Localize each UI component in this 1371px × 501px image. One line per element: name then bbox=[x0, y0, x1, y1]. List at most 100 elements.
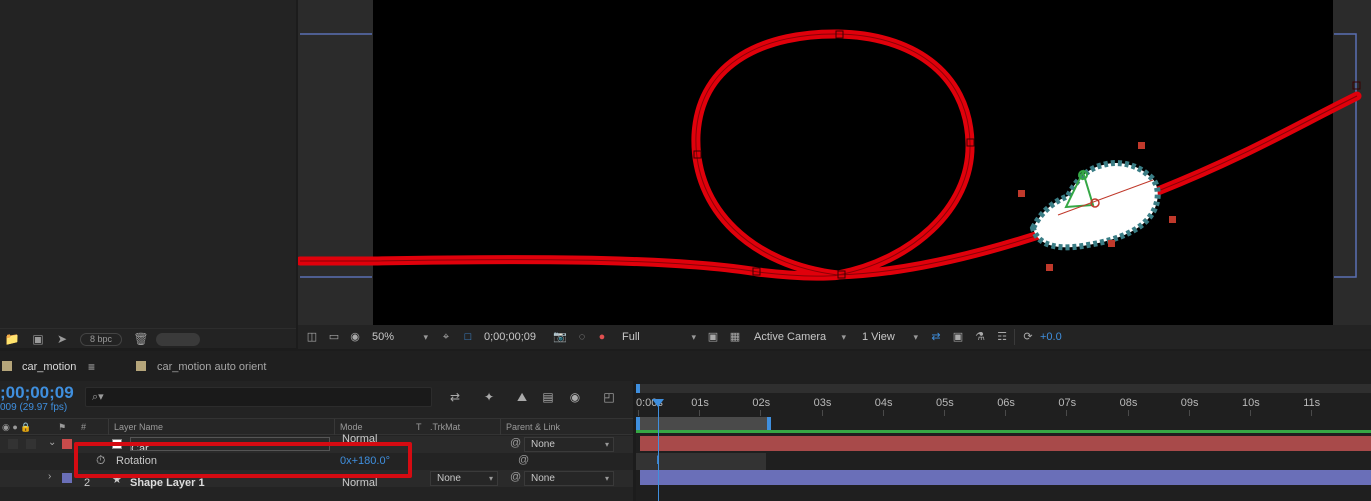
chevron-right-icon[interactable]: › bbox=[48, 471, 51, 482]
camera-dropdown[interactable]: Active Camera ▾ bbox=[750, 328, 850, 346]
trkmat-dropdown[interactable]: None ▾ bbox=[430, 471, 498, 486]
ruler-label: 10s bbox=[1242, 397, 1260, 409]
layer-bar-car[interactable] bbox=[640, 436, 1371, 451]
frame-blending-icon[interactable]: ▤ bbox=[539, 389, 557, 405]
viewer-toolbar: ◫ ▭ ◉ 50% ▾ ⌖ □ 0;00;00;09 📷 ◌ ● Full ▾ … bbox=[298, 325, 1371, 349]
bit-depth-button[interactable]: 8 bpc bbox=[80, 333, 122, 346]
toolbar-divider bbox=[1014, 329, 1015, 345]
monitor-icon[interactable]: ▭ bbox=[326, 330, 342, 344]
composition-viewer[interactable] bbox=[298, 0, 1371, 325]
channel-icon[interactable]: ◌ bbox=[574, 330, 590, 344]
playhead-icon[interactable] bbox=[652, 399, 664, 407]
pick-whip-icon[interactable]: @ bbox=[510, 471, 521, 483]
right-frame-guides bbox=[1334, 33, 1357, 278]
column-hash: # bbox=[81, 422, 87, 432]
fast-preview-icon[interactable]: ▣ bbox=[950, 330, 966, 344]
time-ruler[interactable]: 0:00s 01s 02s 03s 04s 05s 06s 07s 08s 09s 10s 11s bbox=[636, 381, 1371, 417]
mask-icon[interactable]: ◉ bbox=[346, 330, 364, 344]
layer-name[interactable]: Shape Layer 1 bbox=[130, 476, 205, 491]
shy-layers-icon[interactable]: ⛰ bbox=[513, 389, 531, 405]
column-divider bbox=[500, 419, 501, 435]
camera-icon[interactable]: 📷 bbox=[552, 330, 568, 344]
ruler-label: 11s bbox=[1303, 397, 1321, 409]
grid-icon[interactable]: ⌖ bbox=[438, 330, 454, 344]
parent-dropdown[interactable]: None ▾ bbox=[524, 471, 614, 486]
composition-flowchart-icon[interactable]: ⇄ bbox=[446, 389, 464, 405]
ruler-label: 05s bbox=[936, 397, 954, 409]
color-channels-icon[interactable]: ● bbox=[594, 330, 610, 344]
navigator-start-handle[interactable] bbox=[636, 417, 640, 430]
column-divider bbox=[334, 419, 335, 435]
graph-editor-icon[interactable]: ◰ bbox=[600, 389, 618, 405]
timeline-layer-panel: ;00;00;09 009 (29.97 fps) ⌕▾ ⇄ ✦ ⛰ ▤ ◉ ◰… bbox=[0, 381, 633, 501]
render-status-bar bbox=[636, 430, 1371, 433]
snapshot-view-icon[interactable]: ◫ bbox=[304, 330, 320, 344]
column-layer-name[interactable]: Layer Name bbox=[114, 421, 163, 433]
ruler-tick bbox=[944, 410, 945, 416]
ruler-tick bbox=[1188, 410, 1190, 416]
zoom-dropdown[interactable]: 50% ▾ bbox=[368, 328, 432, 346]
visibility-toggle[interactable] bbox=[8, 439, 18, 449]
tab-car-motion-auto-orient[interactable]: car_motion auto orient bbox=[157, 359, 266, 375]
ruler-label: 02s bbox=[752, 397, 771, 409]
chevron-down-icon: ▾ bbox=[913, 332, 918, 342]
viewer-timecode[interactable]: 0;00;00;09 bbox=[484, 328, 536, 346]
timeline-icon[interactable]: ⚗ bbox=[972, 330, 988, 344]
motion-blur-icon[interactable]: ◉ bbox=[566, 389, 584, 405]
layer-label-color[interactable] bbox=[62, 439, 72, 449]
ruler-tick bbox=[1005, 410, 1007, 416]
resolution-value: Full bbox=[622, 331, 640, 343]
layer-mode[interactable]: Normal bbox=[342, 476, 377, 491]
timeline-timecode[interactable]: ;00;00;09 bbox=[0, 383, 74, 403]
ruler-tick bbox=[1250, 410, 1251, 416]
new-composition-icon[interactable]: ▣ bbox=[30, 332, 46, 346]
current-time-indicator[interactable] bbox=[658, 399, 659, 501]
column-parent-link[interactable]: Parent & Link bbox=[506, 421, 560, 433]
ruler-tick bbox=[1311, 410, 1313, 416]
parent-dropdown[interactable]: None ▾ bbox=[524, 437, 614, 452]
timeline-graph[interactable]: 0:00s01s02s03s04s05s06s07s08s09s10s11s I bbox=[636, 381, 1371, 501]
chevron-down-icon: ▾ bbox=[841, 332, 846, 342]
trash-icon[interactable]: 🗑 bbox=[133, 332, 149, 346]
tab-menu-icon[interactable]: ≡ bbox=[88, 359, 95, 375]
ruler-label: 03s bbox=[813, 397, 832, 409]
pick-whip-icon[interactable]: @ bbox=[510, 437, 521, 449]
project-scrollbar[interactable] bbox=[156, 333, 200, 346]
solo-toggle[interactable] bbox=[26, 439, 36, 449]
chevron-down-icon: ▾ bbox=[423, 332, 428, 342]
resolution-dropdown[interactable]: Full ▾ bbox=[618, 328, 700, 346]
reset-exposure-icon[interactable]: ⟳ bbox=[1020, 330, 1036, 344]
chevron-down-icon: ▾ bbox=[488, 474, 493, 483]
frame-rate-label: 009 (29.97 fps) bbox=[0, 402, 68, 413]
region-of-interest-icon[interactable]: ▣ bbox=[706, 330, 720, 344]
exposure-value[interactable]: +0.0 bbox=[1040, 328, 1062, 346]
ruler-tick bbox=[638, 410, 639, 416]
views-dropdown[interactable]: 1 View ▾ bbox=[858, 328, 922, 346]
rocket-icon[interactable]: ➤ bbox=[54, 332, 70, 346]
navigator-end-handle[interactable] bbox=[767, 417, 771, 430]
tab-car-motion[interactable]: car_motion bbox=[22, 359, 76, 375]
left-frame-guides bbox=[300, 33, 372, 278]
mask-path-icon[interactable]: □ bbox=[460, 330, 476, 344]
layer-bar-shape-layer[interactable] bbox=[640, 470, 1371, 485]
folder-icon[interactable]: 📁 bbox=[4, 332, 20, 346]
project-panel-footer: 📁 ▣ ➤ 8 bpc 🗑 bbox=[0, 328, 296, 348]
ruler-tick bbox=[1127, 410, 1129, 416]
layer-search-input[interactable]: ⌕▾ bbox=[85, 387, 432, 407]
ruler-tick bbox=[1066, 410, 1068, 416]
pick-whip-icon[interactable]: @ bbox=[518, 454, 529, 466]
toggle-pixel-aspect-icon[interactable]: ⇄ bbox=[928, 330, 944, 344]
chevron-down-icon[interactable]: ⌄ bbox=[48, 437, 56, 448]
project-panel bbox=[0, 0, 296, 348]
draft-3d-icon[interactable]: ✦ bbox=[480, 389, 498, 405]
layer-label-color[interactable] bbox=[62, 473, 72, 483]
ruler-label: 01s bbox=[691, 397, 709, 409]
column-trkmat[interactable]: .TrkMat bbox=[430, 421, 460, 433]
label-tag-icon[interactable]: ⚑ bbox=[58, 421, 66, 433]
flowchart-icon[interactable]: ☶ bbox=[994, 330, 1010, 344]
ruler-label: 07s bbox=[1058, 397, 1077, 409]
time-navigator-fill[interactable] bbox=[636, 417, 770, 430]
transparency-grid-icon[interactable]: ▦ bbox=[728, 330, 742, 344]
ruler-tick bbox=[882, 410, 884, 416]
av-features-icon[interactable]: ◉ ● 🔒 bbox=[2, 421, 32, 433]
